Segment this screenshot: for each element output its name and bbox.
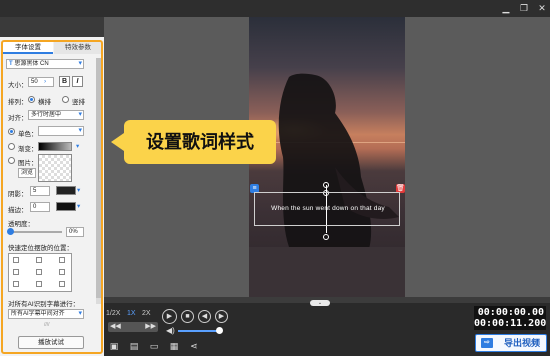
opacity-label: 透明度： [8, 221, 34, 228]
prev-frame-icon[interactable]: ◀ [198, 310, 211, 323]
play-preview-button[interactable]: 播放试试 [18, 336, 84, 349]
size-label: 大小： [8, 82, 28, 89]
browse-button[interactable]: 浏览 [18, 168, 36, 178]
resize-grip-icon[interactable]: //// [44, 322, 50, 328]
fill-image-label: 图片： [18, 160, 38, 167]
align-value: 多行时居中 [31, 112, 62, 118]
font-family-value: 思源黑体 CN [14, 61, 49, 67]
align-select[interactable]: 多行时居中 [28, 110, 84, 120]
share-icon[interactable]: ⋖ [188, 341, 200, 352]
position-top-center[interactable] [36, 257, 42, 263]
folder-icon[interactable]: ▭ [148, 341, 160, 352]
title-bar: ▁ ❐ ✕ [0, 0, 550, 17]
stroke-input[interactable]: 0 [30, 202, 50, 212]
fill-image-radio[interactable] [8, 157, 15, 164]
next-frame-icon[interactable]: ▶ [215, 310, 228, 323]
shadow-value: 5 [33, 188, 37, 194]
layout-vertical-radio[interactable] [62, 96, 69, 103]
time-current: 00:00:00.00 [477, 307, 544, 318]
lyric-text-box[interactable]: When the sun went down on that day [254, 192, 400, 226]
move-handle-bottom[interactable] [323, 234, 329, 240]
opacity-value: 0% [69, 229, 78, 235]
size-value: 50 [31, 79, 38, 85]
volume-slider[interactable] [178, 330, 218, 332]
position-middle-center[interactable] [36, 269, 42, 275]
italic-button[interactable]: I [72, 76, 83, 87]
stroke-value: 0 [33, 204, 37, 210]
ai-subtitle-label: 对所有AI识别字幕进行： [8, 301, 80, 308]
stroke-label: 描边： [8, 207, 28, 214]
position-grid [8, 253, 72, 292]
opacity-slider-knob[interactable] [7, 228, 14, 235]
shadow-color-dropdown-icon[interactable]: ▾ [77, 186, 80, 194]
fill-gradient-radio[interactable] [8, 143, 15, 150]
time-total: 00:00:11.200 [474, 318, 547, 329]
stroke-color-dropdown-icon[interactable]: ▾ [77, 202, 80, 210]
layout-horizontal-label: 横排 [38, 99, 51, 106]
position-bottom-center[interactable] [36, 281, 42, 287]
position-bottom-right[interactable] [59, 281, 65, 287]
opacity-slider-track[interactable] [10, 231, 62, 233]
size-stepper-icon[interactable]: › [44, 78, 46, 85]
time-display: 00:00:00.00 00:00:11.200 [474, 306, 546, 330]
save-icon[interactable]: ▦ [168, 341, 180, 352]
font-t-icon: T [9, 61, 13, 67]
tab-font-settings[interactable]: 字体设置 [3, 42, 53, 54]
panel-scrollbar-thumb[interactable] [96, 58, 102, 298]
minimize-icon[interactable]: ▁ [500, 3, 512, 14]
tab-effect-params[interactable]: 特效参数 [54, 42, 102, 54]
volume-knob[interactable] [216, 327, 223, 334]
image-swatch [38, 154, 72, 182]
speed-half[interactable]: 1/2X [106, 310, 120, 317]
rotate-handle[interactable] [323, 182, 329, 188]
position-bottom-left[interactable] [13, 281, 19, 287]
shadow-input[interactable]: 5 [30, 186, 50, 196]
stroke-color-swatch[interactable] [56, 202, 76, 211]
callout-arrow [111, 133, 124, 151]
position-middle-left[interactable] [13, 269, 19, 275]
position-middle-right[interactable] [59, 269, 65, 275]
speed-2x[interactable]: 2X [142, 310, 151, 317]
bold-button[interactable]: B [59, 76, 70, 87]
fill-solid-label: 单色： [18, 131, 38, 138]
save-project-icon[interactable]: ▣ [108, 341, 120, 352]
export-label: 导出视频 [503, 338, 540, 348]
size-input[interactable]: 50 [28, 77, 54, 87]
position-top-right[interactable] [59, 257, 65, 263]
fill-gradient-label: 渐变： [18, 146, 38, 153]
close-icon[interactable]: ✕ [536, 3, 548, 14]
play-icon[interactable]: ▶ [162, 309, 177, 324]
export-video-button[interactable]: ⇨ 导出视频 [475, 334, 547, 352]
restore-icon[interactable]: ❐ [518, 3, 530, 14]
gradient-swatch[interactable] [38, 142, 72, 151]
callout-text: 设置歌词样式 [146, 132, 254, 152]
volume-icon[interactable]: ◀) [166, 326, 175, 335]
quick-position-label: 快速定位摆放的位置： [8, 245, 73, 252]
zoom-in-icon[interactable]: ▶▶ [145, 322, 156, 332]
collapse-chevron-icon[interactable]: ⌄ [310, 300, 330, 306]
timeline-zoom[interactable]: ◀◀ ▶▶ [108, 322, 158, 332]
ai-subtitle-select[interactable]: 所有AI字幕中间对齐 [8, 309, 84, 319]
align-label: 对齐： [8, 115, 28, 122]
open-file-icon[interactable]: ▤ [128, 341, 140, 352]
zoom-out-icon[interactable]: ◀◀ [110, 322, 121, 332]
callout-bubble: 设置歌词样式 [124, 120, 276, 164]
gradient-dropdown-icon[interactable]: ▾ [76, 142, 79, 150]
speed-1x[interactable]: 1X [127, 310, 136, 317]
layout-vertical-label: 竖排 [72, 99, 85, 106]
lyric-text: When the sun went down on that day [271, 205, 385, 212]
position-top-left[interactable] [13, 257, 19, 263]
opacity-input[interactable]: 0% [66, 227, 84, 237]
export-icon: ⇨ [481, 338, 493, 348]
solid-color-select[interactable] [38, 126, 84, 136]
shadow-label: 阴影： [8, 191, 28, 198]
stop-icon[interactable]: ■ [181, 310, 194, 323]
fill-solid-radio[interactable] [8, 128, 15, 135]
font-family-select[interactable]: T 思源黑体 CN [6, 59, 84, 69]
ai-subtitle-value: 所有AI字幕中间对齐 [11, 311, 65, 317]
layout-label: 排列： [8, 99, 28, 106]
shadow-color-swatch[interactable] [56, 186, 76, 195]
layout-horizontal-radio[interactable] [28, 96, 35, 103]
